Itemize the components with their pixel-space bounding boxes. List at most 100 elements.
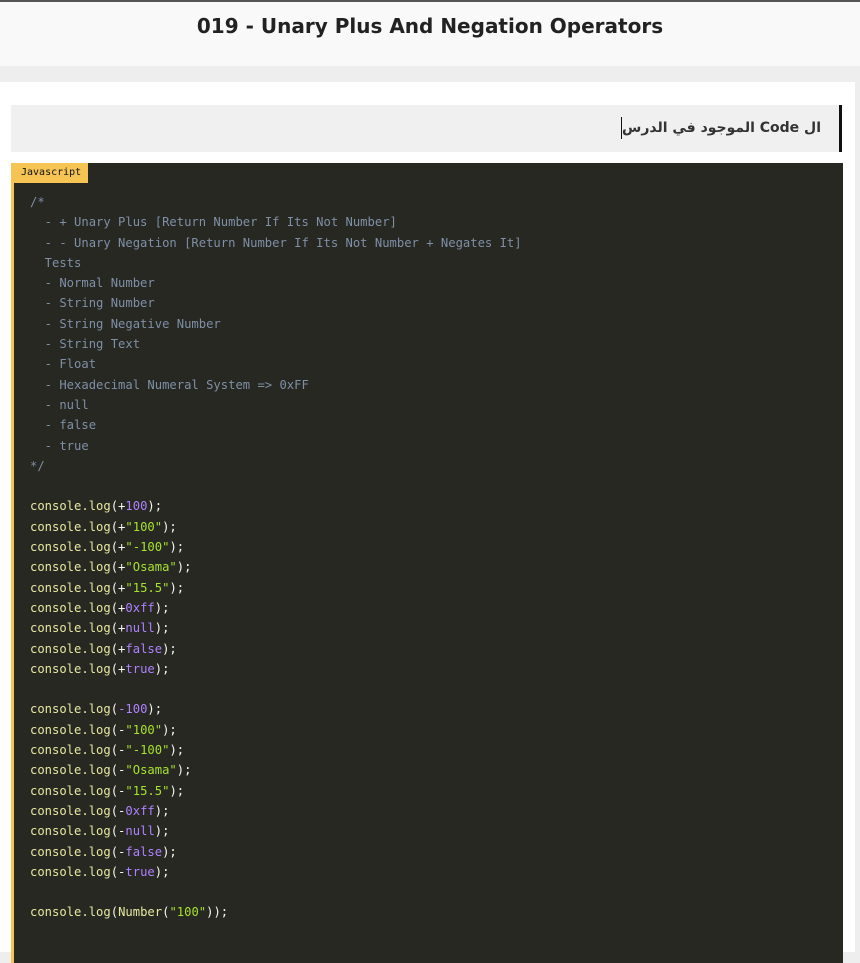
- code-token-punc: );: [154, 803, 170, 818]
- code-token-fn: console.log: [30, 783, 111, 798]
- code-token-punc: );: [169, 743, 185, 758]
- code-token-comment: - - Unary Negation [Return Number If Its…: [30, 235, 522, 250]
- code-token-punc: (-: [110, 803, 126, 818]
- code-line: console.log(-100);: [30, 699, 522, 719]
- code-token-comment: - true: [30, 438, 89, 453]
- code-token-punc: );: [147, 702, 163, 717]
- code-line: console.log(-false);: [30, 842, 522, 862]
- code-token-num: 0xff: [125, 803, 155, 818]
- code-line: console.log(-null);: [30, 821, 522, 841]
- code-token-num: 0xff: [125, 600, 155, 615]
- code-token-kw: null: [125, 621, 155, 636]
- code-token-punc: );: [162, 519, 177, 534]
- code-token-fn: console.log: [30, 580, 111, 595]
- code-token-punc: (+: [110, 540, 126, 555]
- code-line: - - Unary Negation [Return Number If Its…: [30, 233, 522, 253]
- code-line: - Normal Number: [30, 273, 522, 293]
- code-token-punc: ));: [206, 905, 229, 920]
- code-token-str: "Osama": [125, 560, 177, 575]
- code-token-comment: - null: [30, 397, 89, 412]
- code-token-fn: console.log: [30, 864, 111, 879]
- code-token-fn: console.log: [30, 519, 111, 534]
- code-line: - false: [30, 415, 522, 435]
- code-token-str: "15.5": [125, 580, 170, 595]
- code-line: - + Unary Plus [Return Number If Its Not…: [30, 212, 522, 232]
- code-token-str: "100": [169, 905, 207, 920]
- code-token-punc: );: [176, 560, 192, 575]
- code-token-punc: );: [154, 661, 170, 676]
- code-token-comment: Tests: [30, 255, 82, 270]
- code-line: console.log(-"-100");: [30, 740, 522, 760]
- code-token-punc: (+: [110, 560, 126, 575]
- code-token-str: "Osama": [125, 763, 177, 778]
- code-token-fn: console.log: [30, 743, 111, 758]
- code-token-kw: false: [125, 844, 163, 859]
- code-token-punc: (-: [110, 844, 126, 859]
- code-block[interactable]: Javascript /* - + Unary Plus [Return Num…: [11, 163, 843, 963]
- lesson-card: ال Code الموجود في الدرس Javascript /* -…: [0, 82, 855, 963]
- code-line: - true: [30, 436, 522, 456]
- code-token-comment: - Normal Number: [30, 276, 155, 291]
- code-token-fn: console.log: [30, 560, 111, 575]
- code-token-comment: - Float: [30, 357, 97, 372]
- code-token-punc: (+: [110, 499, 126, 514]
- page-header: 019 - Unary Plus And Negation Operators: [0, 2, 860, 66]
- code-line: - null: [30, 395, 522, 415]
- code-line: console.log(+"-100");: [30, 537, 522, 557]
- code-token-str: "-100": [125, 743, 170, 758]
- code-token-punc: (-: [110, 783, 126, 798]
- code-token-comment: - + Unary Plus [Return Number If Its Not…: [30, 215, 397, 230]
- code-token-str: "100": [125, 722, 163, 737]
- code-line: console.log(Number("100"));: [30, 902, 522, 922]
- code-token-punc: );: [162, 641, 177, 656]
- code-token-punc: (-: [110, 763, 126, 778]
- code-token-punc: (-: [110, 864, 126, 879]
- code-token-comment: - Hexadecimal Numeral System => 0xFF: [30, 377, 309, 392]
- code-line: /*: [30, 192, 522, 212]
- note-text: ال Code الموجود في الدرس: [622, 120, 821, 136]
- code-token-comment: /*: [30, 195, 45, 209]
- code-token-punc: );: [169, 540, 185, 555]
- code-token-punc: );: [154, 864, 170, 879]
- code-line: console.log(+0xff);: [30, 598, 522, 618]
- code-token-fn: console.log: [30, 824, 111, 839]
- code-token-punc: );: [176, 763, 192, 778]
- code-token-punc: (-: [110, 722, 126, 737]
- code-line: - Float: [30, 354, 522, 374]
- code-token-punc: (: [110, 702, 119, 717]
- code-token-comment: - String Number: [30, 296, 155, 311]
- code-line: - String Negative Number: [30, 314, 522, 334]
- code-note-heading: ال Code الموجود في الدرس: [11, 105, 842, 152]
- code-line: console.log(+"15.5");: [30, 578, 522, 598]
- code-line: console.log(-"100");: [30, 720, 522, 740]
- code-token-punc: (-: [110, 743, 126, 758]
- code-line: console.log(-"15.5");: [30, 781, 522, 801]
- code-token-punc: (+: [110, 641, 126, 656]
- code-token-fn: console.log: [30, 641, 111, 656]
- code-token-punc: (+: [110, 580, 126, 595]
- language-badge: Javascript: [11, 163, 89, 183]
- code-token-fn: console.log: [30, 905, 111, 920]
- code-line: - Hexadecimal Numeral System => 0xFF: [30, 375, 522, 395]
- code-token-punc: );: [169, 580, 185, 595]
- code-content[interactable]: /* - + Unary Plus [Return Number If Its …: [30, 192, 522, 923]
- code-token-kw: true: [125, 661, 155, 676]
- code-token-punc: );: [154, 621, 170, 636]
- code-token-kw: true: [125, 864, 155, 879]
- page-title: 019 - Unary Plus And Negation Operators: [196, 14, 664, 38]
- code-token-punc: (+: [110, 519, 126, 534]
- code-line: console.log(+true);: [30, 659, 522, 679]
- code-line: console.log(+100);: [30, 496, 522, 516]
- code-token-fn: console.log: [30, 763, 111, 778]
- code-line: - String Number: [30, 293, 522, 313]
- code-line: console.log(-0xff);: [30, 801, 522, 821]
- code-line: console.log(+null);: [30, 618, 522, 638]
- code-token-punc: );: [147, 499, 163, 514]
- code-line: console.log(-"Osama");: [30, 760, 522, 780]
- code-line: Tests: [30, 253, 522, 273]
- code-token-num: 100: [125, 499, 148, 514]
- code-token-str: "100": [125, 519, 163, 534]
- code-token-comment: - String Text: [30, 337, 141, 352]
